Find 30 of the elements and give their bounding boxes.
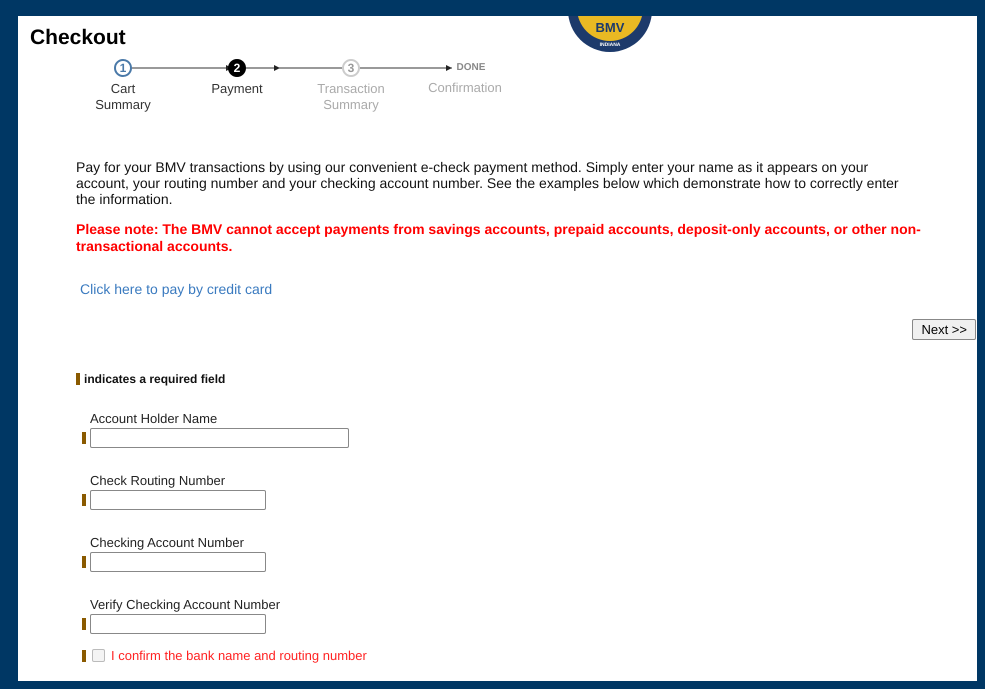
required-marker xyxy=(82,618,86,630)
logo-text: BMV xyxy=(596,20,624,35)
step-number: 2 xyxy=(228,59,246,77)
required-marker xyxy=(82,556,86,568)
step-label: Transaction Summary xyxy=(316,81,386,113)
required-marker xyxy=(82,432,86,444)
step-label: Cart Summary xyxy=(94,81,152,113)
field-label: Account Holder Name xyxy=(90,411,218,426)
next-button[interactable]: Next >> xyxy=(912,319,976,340)
text-input[interactable] xyxy=(90,614,266,634)
field-label: Check Routing Number xyxy=(90,473,226,488)
text-input[interactable] xyxy=(90,428,349,448)
required-legend: indicates a required field xyxy=(84,372,226,386)
confirm-checkbox[interactable] xyxy=(92,649,105,662)
page-title: Checkout xyxy=(29,25,126,50)
text-input[interactable] xyxy=(90,552,266,572)
step-label: Confirmation xyxy=(427,80,503,96)
warning-note: Please note: The BMV cannot accept payments from savings accounts, prepaid accounts, deposit-only accounts, or other non-transactional accounts. xyxy=(76,221,922,255)
required-marker xyxy=(82,650,86,662)
text-input[interactable] xyxy=(90,490,266,510)
intro-paragraph: Pay for your BMV transactions by using our convenient e-check payment method. Simply enter your name as it appears on your account, your routing number and your checking account number. See the examples below which demonstrate how to correctly enter the information. xyxy=(76,159,900,207)
credit-card-link[interactable]: Click here to pay by credit card xyxy=(80,281,272,297)
confirm-label: I confirm the bank name and routing number xyxy=(111,648,367,663)
required-marker xyxy=(76,373,80,385)
step-label: Payment xyxy=(210,81,264,97)
required-marker xyxy=(82,494,86,506)
field-label: Checking Account Number xyxy=(90,535,245,550)
step-number: 1 xyxy=(114,59,132,77)
field-label: Verify Checking Account Number xyxy=(90,597,282,612)
step-number: 3 xyxy=(342,59,360,77)
